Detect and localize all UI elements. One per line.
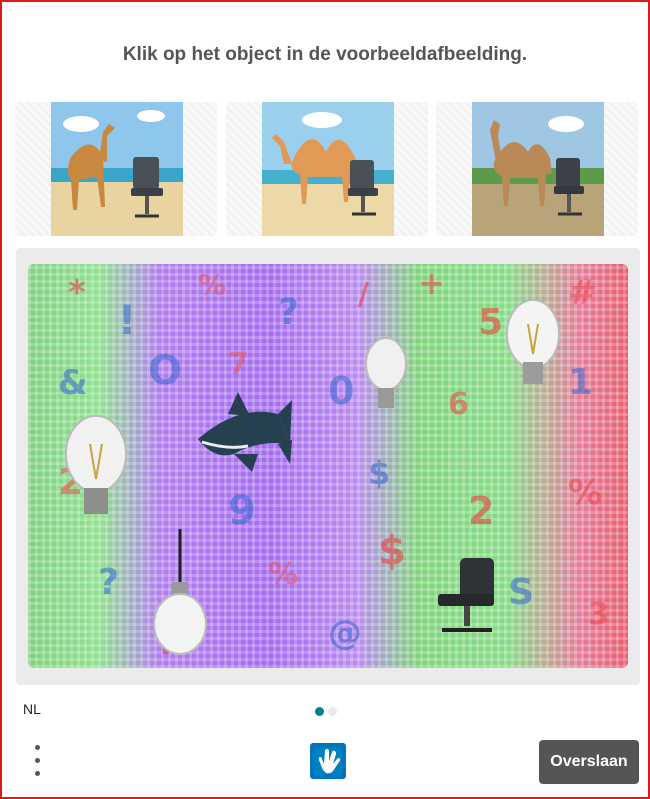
camel-chair-image xyxy=(51,102,183,236)
language-selector[interactable]: NL xyxy=(23,701,41,717)
task-image-objects: * ! % ? / + 5 # & O 7 0 6 1 2 9 $ 2 % ? … xyxy=(58,264,609,663)
svg-text:+: + xyxy=(418,264,445,302)
svg-text:5: 5 xyxy=(478,302,503,343)
svg-text:/: / xyxy=(358,277,369,312)
svg-text:%: % xyxy=(268,557,298,592)
svg-text:1: 1 xyxy=(568,362,593,403)
svg-text:&: & xyxy=(58,363,88,403)
svg-text:6: 6 xyxy=(448,387,469,422)
svg-text:?: ? xyxy=(278,292,299,333)
example-image-3 xyxy=(436,102,638,236)
svg-text:#: # xyxy=(568,273,597,313)
captcha-widget: Klik op het object in de voorbeeldafbeel… xyxy=(0,0,650,799)
page-dot-inactive xyxy=(328,707,337,716)
svg-text:2: 2 xyxy=(468,489,494,533)
light-bulb-2 xyxy=(365,337,407,408)
page-dot-active xyxy=(315,707,324,716)
light-bulb-1 xyxy=(506,299,560,384)
svg-text:3: 3 xyxy=(588,597,609,632)
task-image-container: * ! % ? / + 5 # & O 7 0 6 1 2 9 $ 2 % ? … xyxy=(16,248,640,685)
camel-chair-image xyxy=(262,102,394,236)
task-image[interactable]: * ! % ? / + 5 # & O 7 0 6 1 2 9 $ 2 % ? … xyxy=(28,264,628,668)
example-image-1 xyxy=(15,102,217,236)
more-vertical-icon[interactable] xyxy=(30,743,46,779)
svg-text:S: S xyxy=(508,572,534,613)
svg-text:0: 0 xyxy=(328,369,354,413)
svg-text:@: @ xyxy=(328,613,362,653)
svg-text:!: ! xyxy=(118,298,136,344)
camel-chair-image xyxy=(472,102,604,236)
svg-text:7: 7 xyxy=(228,347,249,382)
svg-text:%: % xyxy=(568,473,602,513)
svg-text:%: % xyxy=(198,268,226,301)
svg-text:9: 9 xyxy=(228,488,256,534)
challenge-prompt: Klik op het object in de voorbeeldafbeel… xyxy=(122,44,528,65)
svg-text:$: $ xyxy=(378,528,406,574)
skip-button[interactable]: Overslaan xyxy=(539,740,639,784)
example-image-2 xyxy=(226,102,428,236)
svg-text:?: ? xyxy=(98,562,119,603)
light-bulb-4 xyxy=(153,529,207,655)
svg-text:$: $ xyxy=(368,454,390,492)
svg-text:O: O xyxy=(148,348,182,394)
shark xyxy=(198,392,292,472)
office-chair xyxy=(438,558,494,632)
pagination-dots xyxy=(315,703,341,721)
hcaptcha-logo-icon xyxy=(307,740,349,782)
svg-text:*: * xyxy=(68,273,86,313)
